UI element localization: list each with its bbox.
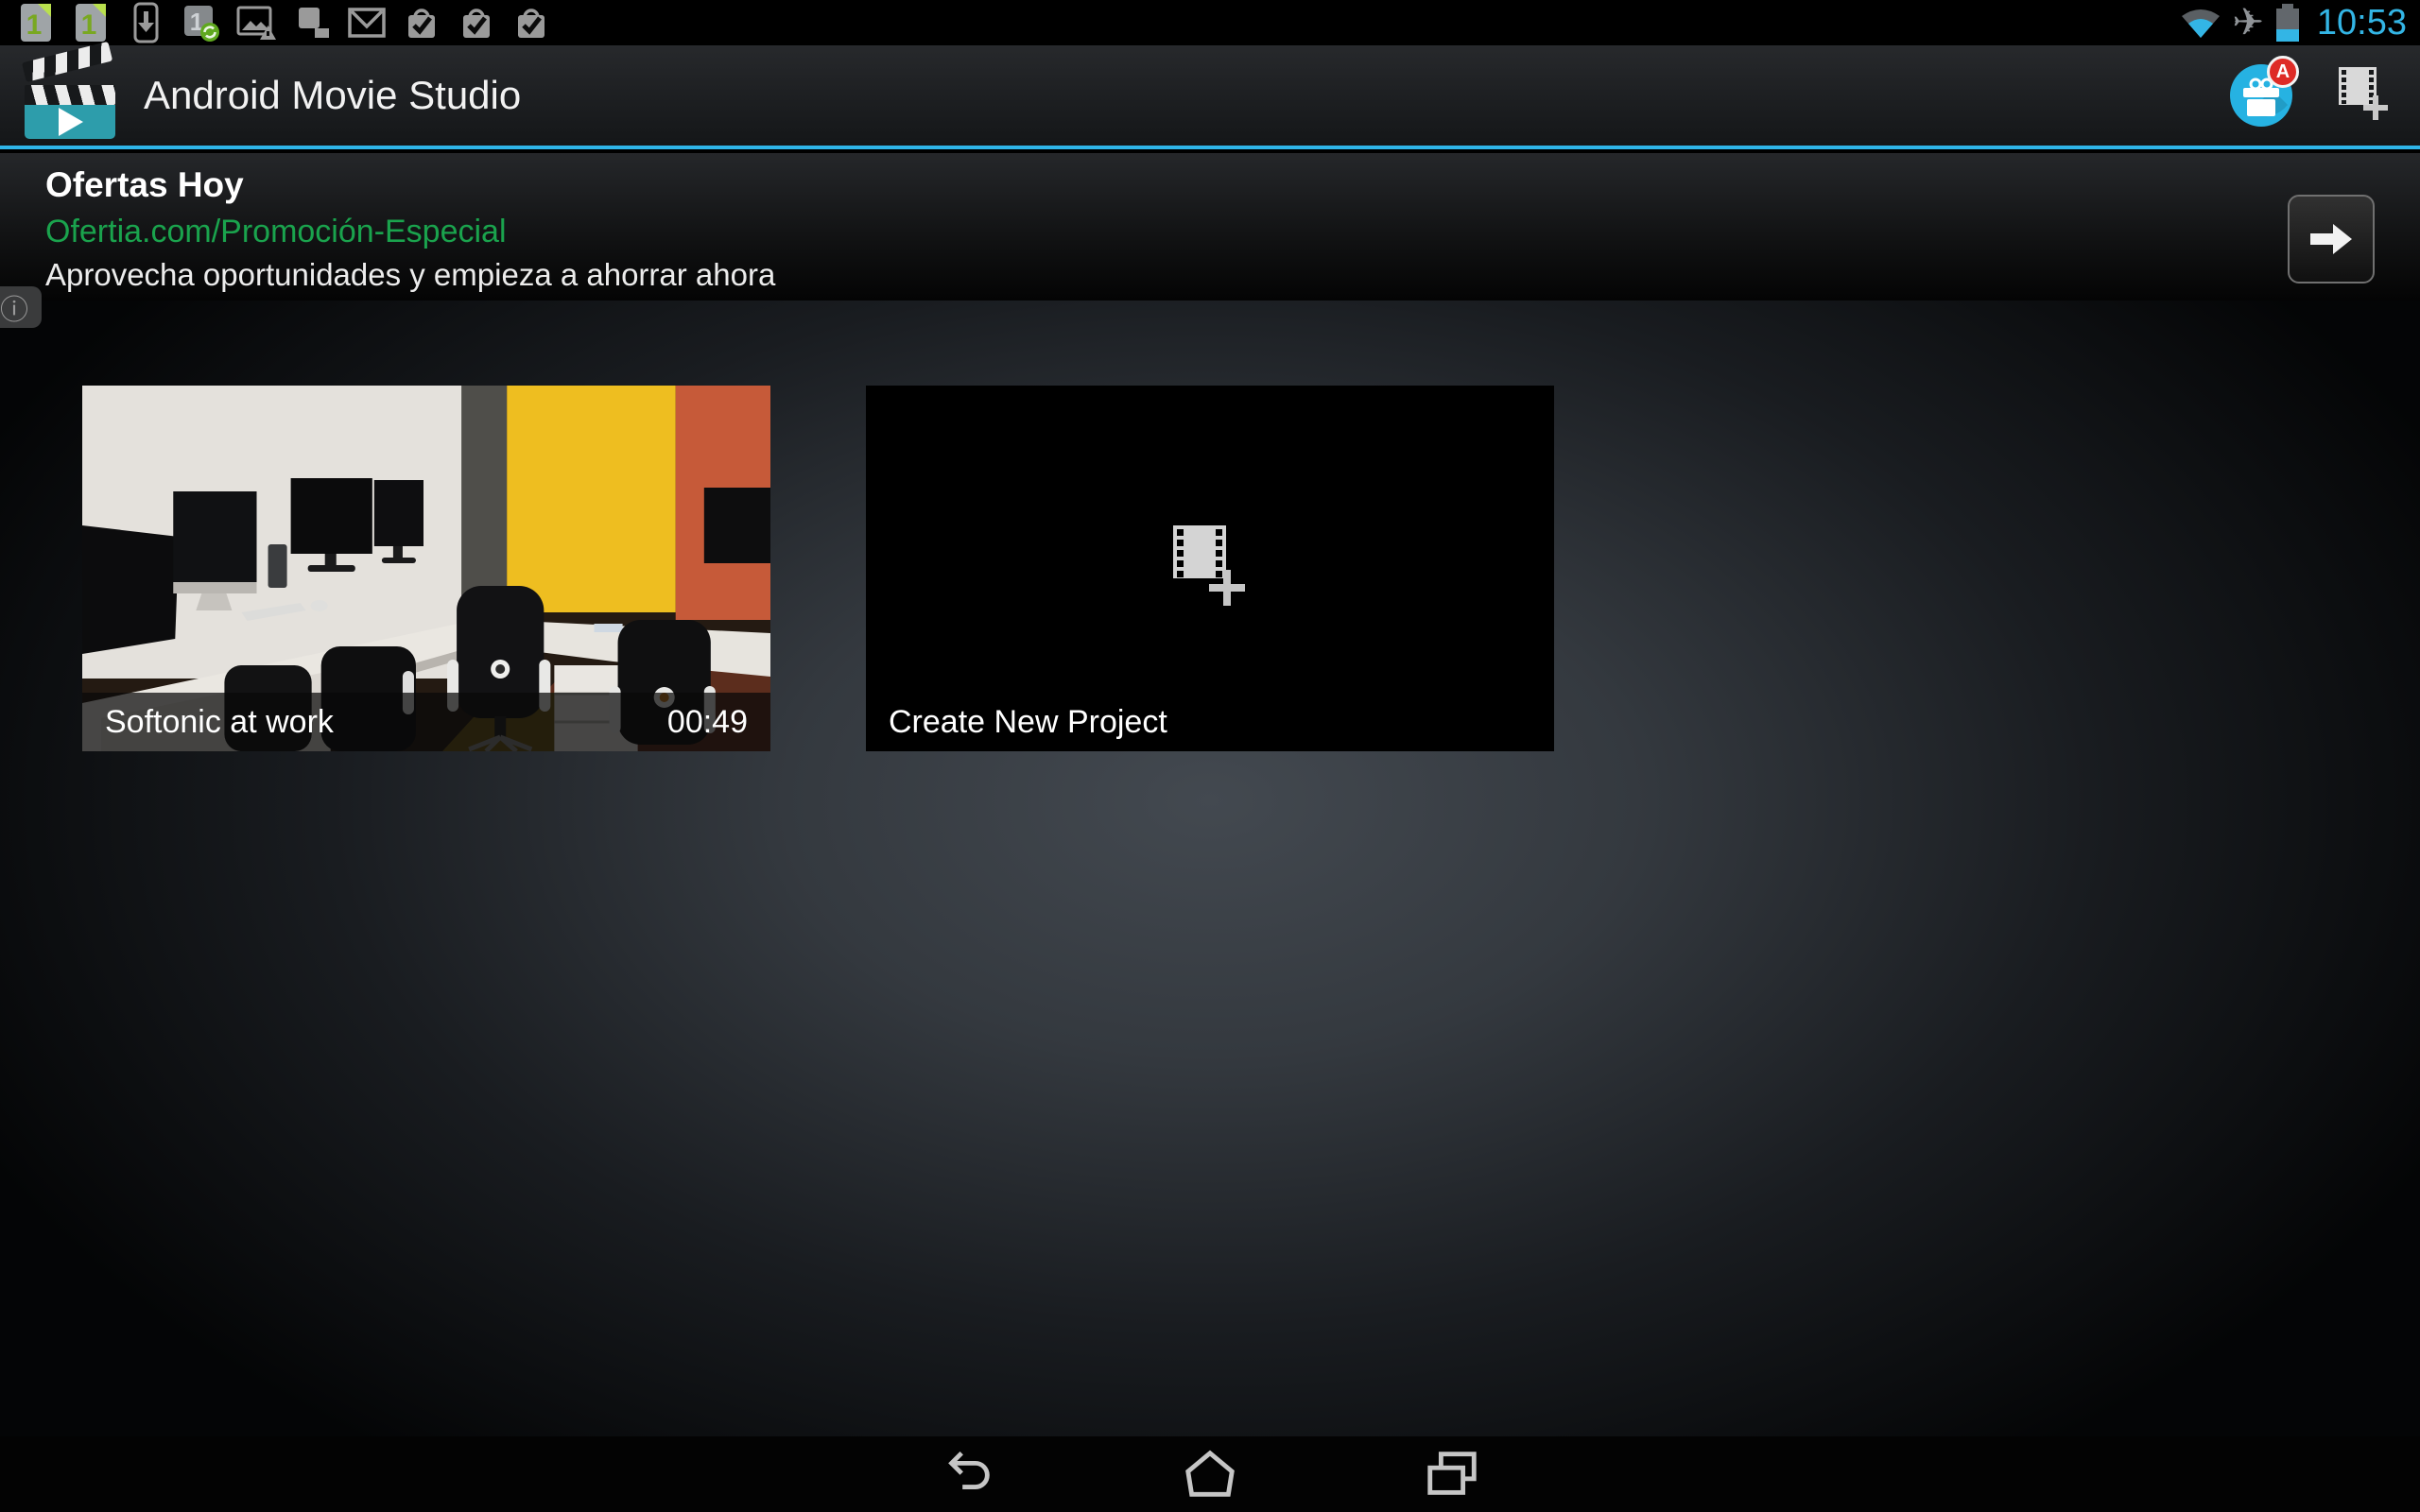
playstore-check-icon: [463, 9, 490, 38]
right-arrow-icon: [2310, 224, 2352, 254]
svg-text:1: 1: [81, 9, 97, 41]
one-lite-icon: 1: [21, 4, 51, 42]
ad-banner[interactable]: Ofertas Hoy Ofertia.com/Promoción-Especi…: [0, 153, 2420, 301]
svg-text:1: 1: [26, 9, 43, 41]
video-info-bar: Softonic at work 00:49: [82, 693, 770, 751]
new-project-label: Create New Project: [889, 703, 1167, 740]
project-tile-video[interactable]: Softonic at work 00:49: [82, 386, 770, 751]
notification-icons: 1 1 1: [15, 2, 552, 43]
battery-icon: [2275, 4, 2299, 42]
playstore-check-icon: [518, 9, 544, 38]
home-icon: [1185, 1450, 1235, 1497]
system-status-icons: ✈ 10:53: [2179, 0, 2407, 45]
action-bar: Android Movie Studio A: [0, 41, 2420, 149]
film-plus-icon: [1173, 525, 1245, 606]
video-duration: 00:49: [666, 703, 748, 740]
new-project-button[interactable]: [2333, 63, 2394, 129]
gallery-warning-icon: [236, 6, 276, 40]
page-title: Android Movie Studio: [144, 73, 522, 117]
one-sync-icon: 1: [184, 6, 219, 42]
ad-info-button[interactable]: ⓘ: [0, 286, 42, 328]
download-icon: [133, 2, 159, 43]
gmail-icon: [348, 8, 386, 38]
one-lite-icon: 1: [76, 4, 106, 42]
playstore-check-icon: [408, 9, 435, 38]
screenshot-squares-icon: [299, 8, 329, 38]
ad-headline: Ofertas Hoy: [45, 165, 244, 204]
new-project-label-bar: Create New Project: [866, 693, 1554, 751]
new-project-film-icon: [2339, 66, 2388, 120]
ad-go-button[interactable]: [2288, 195, 2375, 284]
info-icon: ⓘ: [0, 295, 28, 326]
airplane-mode-icon: ✈: [2232, 2, 2264, 43]
back-icon: [948, 1452, 990, 1489]
ad-description: Aprovecha oportunidades y empieza a ahor…: [45, 257, 776, 292]
home-button[interactable]: [1180, 1444, 1240, 1504]
recents-button[interactable]: [1422, 1444, 1482, 1504]
create-new-project-tile[interactable]: Create New Project: [866, 386, 1554, 751]
ad-link[interactable]: Ofertia.com/Promoción-Especial: [45, 214, 775, 249]
gift-offers-button[interactable]: A: [2229, 56, 2299, 128]
wifi-icon: [2182, 9, 2221, 38]
video-title: Softonic at work: [105, 703, 334, 740]
notification-badge: A: [2267, 56, 2299, 88]
status-bar[interactable]: 1 1 1 ✈ 10:53: [0, 0, 2420, 45]
recents-icon: [1427, 1452, 1477, 1495]
navigation-bar: [0, 1436, 2420, 1512]
back-button[interactable]: [938, 1444, 998, 1504]
clapperboard-app-icon: [21, 41, 121, 140]
clock: 10:53: [2316, 3, 2407, 43]
project-grid: Softonic at work 00:49 Create New Projec…: [0, 301, 2420, 1436]
